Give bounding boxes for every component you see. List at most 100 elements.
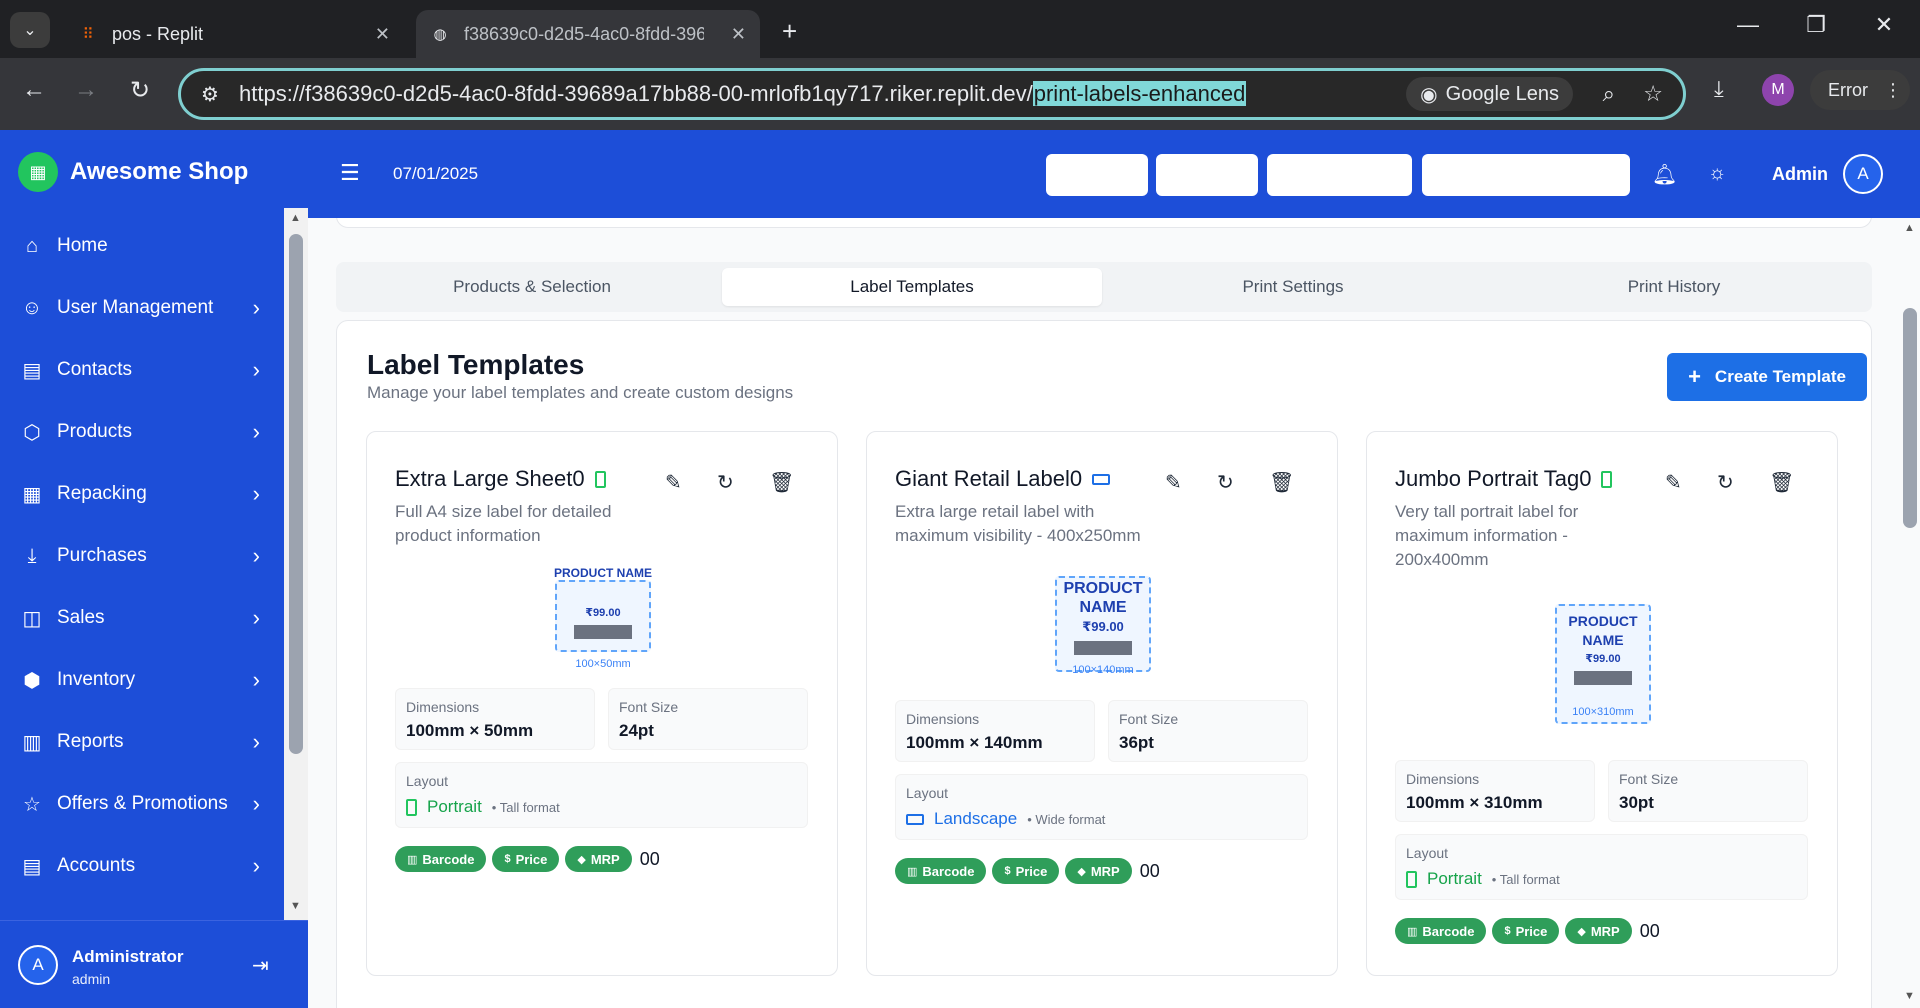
- zoom-icon[interactable]: ⌕: [1603, 81, 1615, 107]
- tag-label: Price: [1515, 923, 1548, 939]
- minimize-icon[interactable]: —: [1728, 12, 1768, 38]
- layout-format: • Tall format: [1491, 871, 1560, 887]
- download-icon: ⤓: [27, 544, 37, 567]
- header-avatar[interactable]: A: [1843, 154, 1883, 194]
- window-close-icon[interactable]: ✕: [1864, 12, 1904, 38]
- tab-label-templates[interactable]: Label Templates: [722, 268, 1102, 306]
- scroll-down-icon[interactable]: ▼: [290, 900, 301, 912]
- close-icon[interactable]: ✕: [731, 24, 746, 45]
- dimensions-label: Dimensions: [406, 699, 480, 715]
- sidebar-item-user-management[interactable]: ☺ User Management ›: [0, 280, 284, 336]
- label-tag-icon: ◆: [577, 853, 586, 866]
- layout-value: Portrait • Tall format: [406, 797, 560, 817]
- sidebar-item-home[interactable]: ⌂ Home: [0, 218, 284, 274]
- header-date: 07/01/2025: [393, 164, 479, 183]
- logout-icon[interactable]: ⇥: [252, 953, 269, 978]
- chart-icon: ▥: [1407, 925, 1418, 938]
- template-description: Very tall portrait label for maximum inf…: [1395, 502, 1579, 569]
- url-selected-path: print-labels-enhanced: [1032, 81, 1247, 106]
- layout-box: Layout Portrait • Tall format: [395, 762, 808, 828]
- trash-icon[interactable]: 🗑︎: [1269, 470, 1294, 495]
- home-icon: ⌂: [25, 234, 39, 257]
- address-bar[interactable]: ⚙ https://f38639c0-d2d5-4ac0-8fdd-39689a…: [178, 68, 1686, 120]
- header-action-button-1[interactable]: [1046, 154, 1148, 196]
- font-size-value: 36pt: [1119, 733, 1154, 752]
- app-header: ▦ Awesome Shop ☰ 07/01/2025 🔔︎ ☼ Admin A: [0, 130, 1920, 218]
- profile-avatar[interactable]: M: [1762, 74, 1794, 106]
- tab-products-selection[interactable]: Products & Selection: [342, 268, 722, 306]
- menu-toggle-icon[interactable]: ☰: [340, 160, 360, 186]
- back-icon[interactable]: ←: [16, 76, 52, 104]
- money-bag-icon: $: [504, 853, 511, 865]
- trash-icon[interactable]: 🗑︎: [1769, 470, 1794, 495]
- header-action-button-3[interactable]: [1267, 154, 1412, 196]
- new-tab-button[interactable]: +: [782, 16, 797, 47]
- feature-tags: ▥ Barcode $ Price ◆ MRP 00: [395, 846, 660, 872]
- create-template-button[interactable]: + Create Template: [1667, 353, 1867, 401]
- restore-icon[interactable]: ❐: [1796, 12, 1836, 38]
- tab-print-history[interactable]: Print History: [1484, 268, 1864, 306]
- tab-search-button[interactable]: ⌄: [10, 12, 50, 48]
- sidebar-item-sales[interactable]: ◫ Sales ›: [0, 590, 284, 646]
- template-card: Jumbo Portrait Tag0 ✎ ↻ 🗑︎ Very tall por…: [1366, 431, 1838, 976]
- sidebar-item-accounts[interactable]: ▤ Accounts ›: [0, 838, 284, 894]
- font-size-value: 24pt: [619, 721, 654, 740]
- forward-icon[interactable]: →: [68, 76, 104, 104]
- tab-print-settings[interactable]: Print Settings: [1103, 268, 1483, 306]
- site-settings-icon[interactable]: ⚙: [201, 82, 227, 107]
- trash-icon[interactable]: 🗑︎: [769, 470, 794, 495]
- scroll-up-icon[interactable]: ▲: [1904, 222, 1915, 234]
- sidebar-item-contacts[interactable]: ▤ Contacts ›: [0, 342, 284, 398]
- portrait-icon: [1406, 870, 1417, 888]
- url-text[interactable]: https://f38639c0-d2d5-4ac0-8fdd-39689a17…: [239, 81, 1247, 107]
- chevron-right-icon: ›: [252, 481, 260, 506]
- google-lens-button[interactable]: ◉ Google Lens: [1406, 77, 1573, 111]
- sidebar-item-repacking[interactable]: ▦ Repacking ›: [0, 466, 284, 522]
- edit-icon[interactable]: ✎: [1665, 470, 1682, 495]
- label-preview: PRODUCT NAME ₹99.00 100×140mm: [1055, 576, 1151, 676]
- content-tabs: Products & Selection Label Templates Pri…: [336, 262, 1872, 312]
- sidebar-user-panel: A Administrator admin ⇥: [0, 920, 308, 1008]
- browser-tab-replit[interactable]: ⠿ pos - Replit ✕: [64, 10, 404, 58]
- header-action-button-4[interactable]: [1422, 154, 1630, 196]
- app-logo[interactable]: ▦ Awesome Shop: [18, 152, 248, 192]
- sidebar-item-offers-promotions[interactable]: ☆ Offers & Promotions ›: [0, 776, 284, 832]
- sidebar-item-products[interactable]: ⬡ Products ›: [0, 404, 284, 460]
- header-user-name[interactable]: Admin: [1772, 164, 1828, 185]
- header-action-button-2[interactable]: [1156, 154, 1258, 196]
- template-card: Giant Retail Label0 ✎ ↻ 🗑︎ Extra large r…: [866, 431, 1338, 976]
- refresh-icon[interactable]: ↻: [1717, 470, 1734, 495]
- app-name: Awesome Shop: [70, 158, 249, 185]
- tag-label: MRP: [1590, 923, 1620, 939]
- edit-icon[interactable]: ✎: [1165, 470, 1182, 495]
- preview-dimensions: 100×50mm: [575, 658, 631, 670]
- bell-icon[interactable]: 🔔︎: [1652, 162, 1677, 187]
- scroll-up-icon[interactable]: ▲: [290, 212, 301, 224]
- main-scroll-thumb[interactable]: [1903, 308, 1917, 528]
- downloads-icon[interactable]: ⤓: [1714, 76, 1724, 102]
- scroll-down-icon[interactable]: ▼: [1904, 990, 1915, 1002]
- sidebar-scroll-thumb[interactable]: [289, 234, 303, 754]
- main-scrollbar[interactable]: ▲ ▼: [1900, 218, 1920, 1008]
- close-icon[interactable]: ✕: [375, 24, 390, 45]
- sidebar-item-label: Products: [57, 421, 132, 442]
- mrp-tag: ◆ MRP: [1065, 858, 1132, 884]
- replit-icon: ⠿: [82, 26, 94, 43]
- template-description: Full A4 size label for detailed product …: [395, 502, 612, 545]
- sidebar-scrollbar[interactable]: ▲ ▼: [284, 208, 308, 920]
- sidebar-item-purchases[interactable]: ⤓ Purchases ›: [0, 528, 284, 584]
- sidebar-item-inventory[interactable]: ⬢ Inventory ›: [0, 652, 284, 708]
- browser-tab-active[interactable]: ◍ f38639c0-d2d5-4ac0-8fdd-3968 ✕: [416, 10, 760, 58]
- refresh-icon[interactable]: ↻: [1217, 470, 1234, 495]
- label-preview: PRODUCT NAME ₹99.00 100×310mm: [1555, 604, 1651, 724]
- bookmark-star-icon[interactable]: ☆: [1643, 81, 1663, 107]
- sun-icon[interactable]: ☼: [1708, 162, 1726, 185]
- sidebar-item-reports[interactable]: ▥ Reports ›: [0, 714, 284, 770]
- refresh-icon[interactable]: ↻: [717, 470, 734, 495]
- landscape-icon: [1092, 473, 1111, 485]
- page-subtitle: Manage your label templates and create c…: [367, 383, 794, 402]
- error-button[interactable]: Error ⋮: [1810, 70, 1910, 110]
- preview-price: ₹99.00: [585, 607, 621, 619]
- edit-icon[interactable]: ✎: [665, 470, 682, 495]
- reload-icon[interactable]: ↻: [122, 76, 158, 105]
